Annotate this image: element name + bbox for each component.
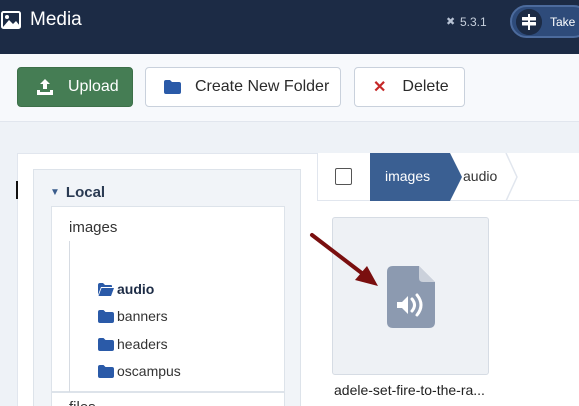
tree-item-label: oscampus	[117, 363, 181, 379]
app-header: Media ✖ 5.3.1 Take	[0, 0, 579, 54]
tree-item-oscampus[interactable]: oscampus	[98, 361, 181, 381]
delete-button[interactable]: ✕ Delete	[354, 67, 465, 107]
tree-root-files[interactable]: files	[69, 399, 96, 406]
joomla-icon: ✖	[446, 16, 456, 28]
upload-label: Upload	[68, 78, 119, 95]
breadcrumb-item-images[interactable]: images	[370, 153, 450, 201]
tree-item-headers[interactable]: headers	[98, 334, 168, 354]
version-label: 5.3.1	[460, 15, 487, 29]
folder-icon	[98, 364, 114, 378]
tree-item-label: headers	[117, 336, 168, 352]
select-all-checkbox[interactable]	[335, 168, 352, 185]
toolbar: Upload Create New Folder ✕ Delete	[0, 54, 579, 122]
create-folder-label: Create New Folder	[195, 78, 330, 95]
tree-container-files: files	[51, 392, 285, 406]
tree-guide-line	[69, 241, 70, 401]
take-tour-button[interactable]: Take	[510, 5, 579, 38]
folder-tree: ▼ Local images audio banners headers osc…	[33, 169, 301, 406]
tree-root-images[interactable]: images	[69, 219, 117, 236]
breadcrumb-separator	[505, 153, 518, 201]
tree-container: images audio banners headers oscampus	[51, 206, 285, 406]
tree-item-banners[interactable]: banners	[98, 306, 168, 326]
file-audio-icon	[387, 266, 435, 328]
file-name: adele-set-fire-to-the-ra...	[334, 382, 485, 398]
create-new-folder-button[interactable]: Create New Folder	[145, 67, 341, 107]
upload-icon	[37, 79, 53, 95]
breadcrumb-item-audio[interactable]: audio	[463, 168, 497, 184]
folder-icon	[164, 80, 181, 94]
delete-label: Delete	[402, 78, 449, 95]
folder-open-icon	[98, 282, 114, 296]
folder-icon	[98, 309, 114, 323]
caret-down-icon: ▼	[50, 187, 60, 198]
adapter-toggle-local[interactable]: ▼ Local	[50, 184, 105, 201]
signpost-icon	[516, 9, 542, 35]
breadcrumb-label: images	[385, 168, 431, 184]
text-cursor	[16, 181, 18, 199]
tree-item-label: audio	[117, 281, 155, 297]
adapter-label: Local	[65, 184, 106, 201]
folder-icon	[98, 337, 114, 351]
media-image-icon	[1, 11, 21, 29]
tree-item-audio[interactable]: audio	[98, 279, 154, 299]
tree-item-label: banners	[117, 308, 168, 324]
take-tour-label: Take	[550, 15, 576, 29]
upload-button[interactable]: Upload	[17, 67, 133, 107]
close-icon: ✕	[373, 79, 387, 96]
breadcrumb: images audio	[317, 153, 579, 201]
annotation-arrow	[310, 233, 378, 286]
page-title: Media	[30, 9, 82, 30]
breadcrumb-separator	[450, 153, 462, 201]
